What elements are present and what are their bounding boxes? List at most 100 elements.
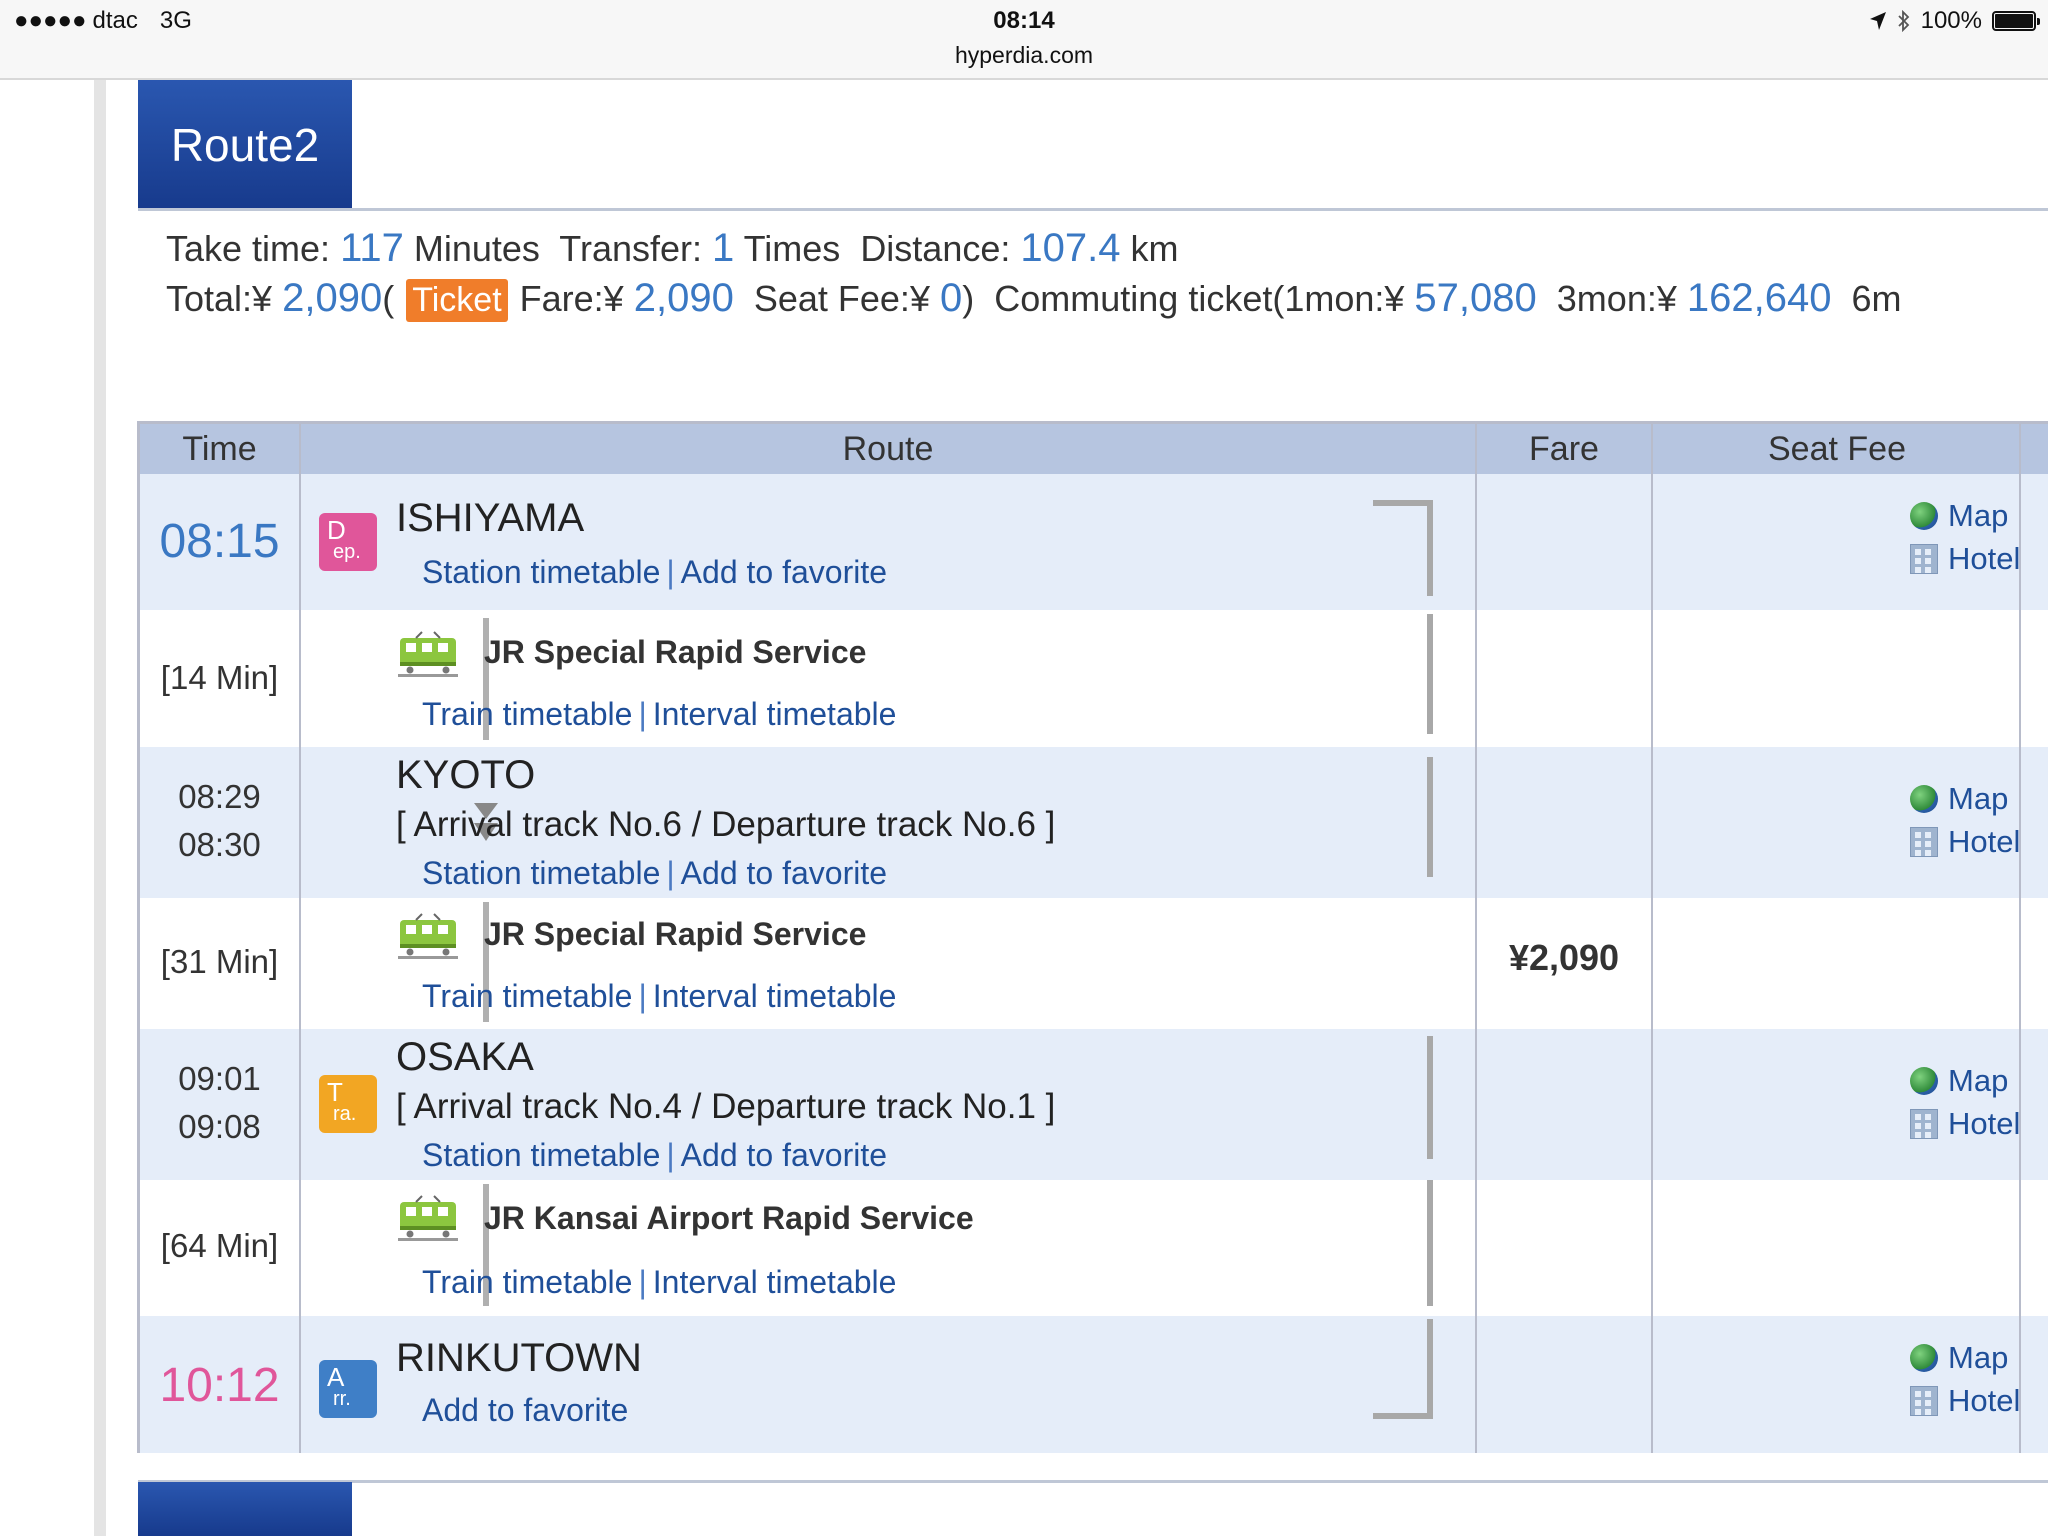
map-link[interactable]: Map bbox=[1910, 1336, 2020, 1379]
seat-fee-label: Seat Fee:¥ bbox=[753, 278, 930, 319]
table-row-segment-2: [31 Min] JR Special Rapid Service Train … bbox=[140, 898, 2048, 1029]
fare-amount: ¥2,090 bbox=[1508, 937, 1620, 978]
track-info: [ Arrival track No.4 / Departure track N… bbox=[396, 1087, 1056, 1126]
map-link[interactable]: Map bbox=[1910, 494, 2020, 537]
segment-duration: [64 Min] bbox=[160, 1227, 279, 1264]
table-row-rinkutown: 10:12 Arr. RINKUTOWN Add to favorite Map… bbox=[140, 1316, 2048, 1453]
route-divider bbox=[138, 208, 2048, 211]
fare-bracket-line bbox=[1427, 757, 1433, 877]
column-divider bbox=[2019, 424, 2021, 1453]
station-links: Station timetable | Add to favorite bbox=[422, 554, 888, 590]
next-route-divider bbox=[138, 1480, 2048, 1483]
add-to-favorite-link[interactable]: Add to favorite bbox=[681, 855, 887, 891]
add-to-favorite-link[interactable]: Add to favorite bbox=[681, 1137, 887, 1173]
header-time: Time bbox=[182, 430, 257, 468]
bluetooth-icon bbox=[1897, 10, 1909, 32]
interval-timetable-link[interactable]: Interval timetable bbox=[653, 978, 897, 1014]
station-timetable-link[interactable]: Station timetable bbox=[422, 855, 660, 891]
take-time-unit: Minutes bbox=[413, 228, 540, 269]
departure-time: 08:30 bbox=[178, 826, 261, 863]
distance-label: Distance: bbox=[860, 228, 1011, 269]
status-bar: ●●●●● dtac 3G 08:14 hyperdia.com 100% bbox=[0, 0, 2048, 80]
commuting-3mon-value: 162,640 bbox=[1686, 276, 1832, 320]
station-links: Station timetable | Add to favorite bbox=[422, 855, 888, 891]
table-row-kyoto: 08:29 08:30 KYOTO [ Arrival track No.6 /… bbox=[140, 747, 2048, 898]
departure-time: 09:08 bbox=[178, 1108, 261, 1145]
header-seat-fee: Seat Fee bbox=[1768, 430, 1906, 468]
train-service-name: JR Special Rapid Service bbox=[484, 916, 867, 952]
map-link[interactable]: Map bbox=[1910, 1059, 2020, 1102]
header-fare: Fare bbox=[1529, 430, 1599, 468]
take-time-value: 117 bbox=[340, 226, 404, 270]
hotel-icon bbox=[1910, 1108, 1938, 1139]
fare-value: 2,090 bbox=[633, 276, 734, 320]
ticket-badge[interactable]: Ticket bbox=[406, 279, 508, 322]
column-divider bbox=[1475, 424, 1477, 1453]
station-name: KYOTO bbox=[396, 753, 536, 797]
map-link[interactable]: Map bbox=[1910, 777, 2020, 820]
train-timetable-link[interactable]: Train timetable bbox=[422, 696, 632, 732]
commuting-label: Commuting ticket(1mon:¥ bbox=[994, 278, 1405, 319]
transfer-unit: Times bbox=[743, 228, 841, 269]
station-timetable-link[interactable]: Station timetable bbox=[422, 1137, 660, 1173]
column-divider bbox=[1651, 424, 1653, 1453]
add-to-favorite-link[interactable]: Add to favorite bbox=[422, 1392, 628, 1428]
departure-badge: Dep. bbox=[319, 513, 377, 571]
location-arrow-icon bbox=[1869, 12, 1886, 30]
transfer-badge: Tra. bbox=[319, 1075, 377, 1133]
interval-timetable-link[interactable]: Interval timetable bbox=[653, 696, 897, 732]
station-side-links: Map Hotel bbox=[1910, 494, 2020, 580]
commuting-6mon-label: 6m bbox=[1851, 278, 1902, 319]
table-row-osaka: 09:01 09:08 Tra. OSAKA [ Arrival track N… bbox=[140, 1029, 2048, 1180]
train-timetable-link[interactable]: Train timetable bbox=[422, 978, 632, 1014]
globe-icon bbox=[1910, 501, 1938, 530]
transfer-label: Transfer: bbox=[559, 228, 702, 269]
battery-icon bbox=[1992, 11, 2040, 31]
left-gutter bbox=[94, 80, 106, 1536]
station-timetable-link[interactable]: Station timetable bbox=[422, 554, 660, 590]
hotel-link[interactable]: Hotel bbox=[1910, 537, 2020, 580]
take-time-label: Take time: bbox=[166, 228, 331, 269]
train-icon bbox=[398, 631, 458, 677]
total-label: Total:¥ bbox=[166, 278, 273, 319]
battery-percent: 100% bbox=[1920, 7, 1982, 34]
route-summary-line2: Total:¥ 2,090( Ticket Fare:¥ 2,090 Seat … bbox=[166, 276, 1902, 322]
interval-timetable-link[interactable]: Interval timetable bbox=[653, 1264, 897, 1300]
table-row-ishiyama: 08:15 Dep. ISHIYAMA Station timetable | Ad… bbox=[140, 474, 2048, 610]
globe-icon bbox=[1910, 784, 1938, 813]
segment-duration: [31 Min] bbox=[160, 943, 279, 980]
add-to-favorite-link[interactable]: Add to favorite bbox=[681, 554, 887, 590]
segment-duration: [14 Min] bbox=[160, 659, 279, 696]
column-divider bbox=[299, 424, 301, 1453]
hotel-icon bbox=[1910, 543, 1938, 574]
status-time: 08:14 bbox=[993, 7, 1055, 34]
next-route-tab bbox=[138, 1482, 352, 1536]
fare-label: Fare:¥ bbox=[519, 278, 624, 319]
station-side-links: Map Hotel bbox=[1910, 777, 2020, 863]
station-name: ISHIYAMA bbox=[396, 496, 585, 540]
fare-bracket-line bbox=[1427, 614, 1433, 734]
fare-bracket-top bbox=[1373, 500, 1433, 506]
hotel-icon bbox=[1910, 1385, 1938, 1416]
address-bar-url[interactable]: hyperdia.com bbox=[0, 42, 2048, 69]
arrival-time: 09:01 bbox=[178, 1060, 261, 1097]
total-value: 2,090 bbox=[282, 276, 383, 320]
hotel-link[interactable]: Hotel bbox=[1910, 820, 2020, 863]
fare-bracket-line bbox=[1427, 1319, 1433, 1419]
train-icon bbox=[398, 1195, 458, 1241]
train-service-name: JR Special Rapid Service bbox=[484, 634, 867, 670]
arrival-badge: Arr. bbox=[319, 1360, 377, 1418]
segment-links: Train timetable | Interval timetable bbox=[422, 978, 897, 1014]
table-row-segment-1: [14 Min] JR Special Rapid Service Train … bbox=[140, 610, 2048, 747]
hotel-link[interactable]: Hotel bbox=[1910, 1379, 2020, 1422]
track-info: [ Arrival track No.6 / Departure track N… bbox=[396, 805, 1056, 844]
hotel-link[interactable]: Hotel bbox=[1910, 1102, 2020, 1145]
route-title-tab: Route2 bbox=[138, 80, 352, 210]
close-paren: ) bbox=[962, 278, 975, 319]
route-table: Time Route Fare Seat Fee 08:15 Dep. ISHI… bbox=[137, 421, 2048, 1453]
fare-bracket-line bbox=[1427, 1036, 1433, 1159]
route-summary-line1: Take time: 117 Minutes Transfer: 1 Times… bbox=[166, 226, 1179, 271]
train-timetable-link[interactable]: Train timetable bbox=[422, 1264, 632, 1300]
arrival-time: 08:29 bbox=[178, 778, 261, 815]
station-name: OSAKA bbox=[396, 1035, 534, 1079]
